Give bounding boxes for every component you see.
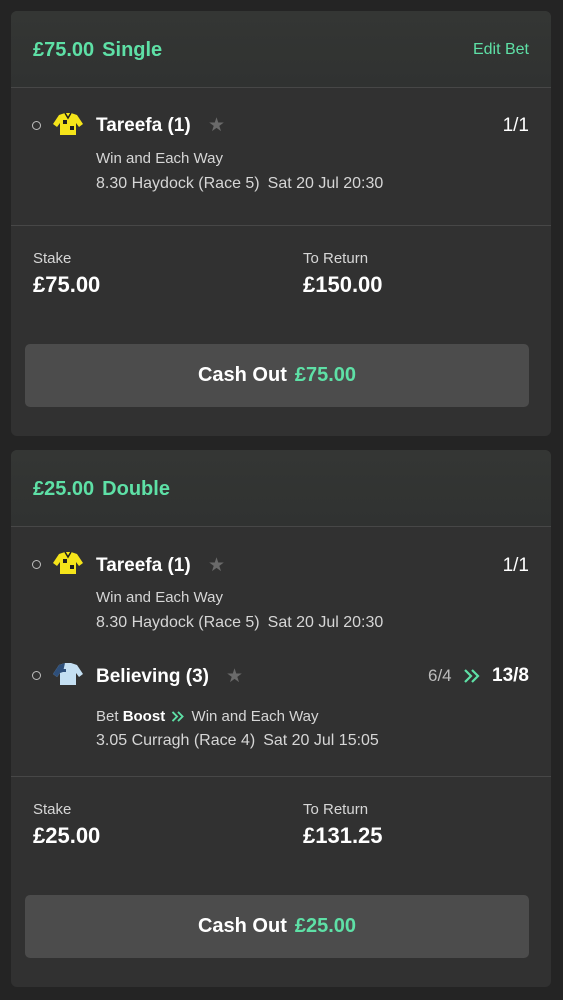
stake-value: £25.00	[33, 823, 101, 848]
market-type: Win and Each Way	[96, 589, 223, 606]
cash-out-label: Cash Out	[197, 364, 287, 386]
bet-type: Double	[102, 478, 170, 500]
selection-odds: 1/1	[502, 115, 529, 136]
race-info: 8.30 Haydock (Race 5) Sat 20 Jul 20:30	[96, 614, 383, 632]
return-label: To Return	[303, 250, 369, 267]
stake-label: Stake	[33, 801, 72, 818]
yellow-silk-icon	[53, 112, 83, 135]
stake-section: Stake £75.00 To Return £150.00 Cash Out £…	[11, 226, 551, 436]
bet-amount: £75.00	[33, 39, 95, 61]
cash-out-button[interactable]: Cash Out £25.00	[25, 895, 529, 958]
cash-out-label: Cash Out	[197, 915, 287, 937]
selection-radio[interactable]	[32, 671, 41, 680]
favourite-star-icon[interactable]: ★	[208, 114, 225, 137]
race-datetime: Sat 20 Jul 20:30	[267, 614, 384, 631]
return-value: £150.00	[303, 272, 383, 297]
favourite-star-icon[interactable]: ★	[226, 665, 243, 688]
horse-name[interactable]: Believing (3)	[96, 666, 209, 688]
selection-list: Tareefa (1) ★ 1/1 Win and Each Way 8.30 …	[11, 527, 551, 777]
yellow-silk-icon	[53, 551, 83, 574]
cash-out-button[interactable]: Cash Out £75.00	[25, 344, 529, 407]
horse-name[interactable]: Tareefa (1)	[96, 115, 191, 137]
market-name: Win and Each Way	[191, 708, 319, 725]
market-type: Win and Each Way	[96, 150, 223, 167]
selection-list: Tareefa (1) ★ 1/1 Win and Each Way 8.30 …	[11, 88, 551, 226]
original-odds: 6/4	[428, 666, 452, 685]
boost-arrows-icon	[464, 669, 480, 683]
race-info: 8.30 Haydock (Race 5) Sat 20 Jul 20:30	[96, 175, 383, 193]
favourite-star-icon[interactable]: ★	[208, 554, 225, 577]
race-name: 8.30 Haydock (Race 5)	[96, 175, 260, 192]
race-info: 3.05 Curragh (Race 4) Sat 20 Jul 15:05	[96, 732, 379, 750]
boost-arrows-icon	[172, 711, 185, 722]
bet-header: £75.00 Single Edit Bet	[11, 11, 551, 88]
race-name: 3.05 Curragh (Race 4)	[96, 732, 256, 749]
selection-odds: 1/1	[502, 555, 529, 576]
bet-title: £75.00 Single	[33, 39, 162, 62]
bet-header: £25.00 Double	[11, 450, 551, 527]
race-name: 8.30 Haydock (Race 5)	[96, 614, 260, 631]
bet-boost-prefix: Bet	[96, 708, 119, 725]
race-datetime: Sat 20 Jul 20:30	[267, 175, 384, 192]
lightblue-silk-icon	[53, 663, 83, 685]
selection-radio[interactable]	[32, 121, 41, 130]
race-datetime: Sat 20 Jul 15:05	[263, 732, 379, 749]
boosted-odds: 13/8	[492, 665, 529, 686]
bet-boost-word: Boost	[122, 708, 166, 725]
bet-card-single: £75.00 Single Edit Bet Tareefa (1) ★ 1/1 …	[11, 11, 551, 436]
return-label: To Return	[303, 801, 369, 818]
stake-value: £75.00	[33, 272, 101, 297]
edit-bet-link[interactable]: Edit Bet	[473, 41, 529, 59]
bet-type: Single	[102, 39, 163, 61]
bet-title: £25.00 Double	[33, 478, 170, 501]
stake-section: Stake £25.00 To Return £131.25 Cash Out £…	[11, 777, 551, 987]
cash-out-amount: £25.00	[294, 915, 357, 937]
market-type: Bet Boost Win and Each Way	[96, 708, 319, 725]
selection-radio[interactable]	[32, 560, 41, 569]
selection-item: Tareefa (1) ★ 1/1 Win and Each Way 8.30 …	[11, 88, 551, 192]
stake-label: Stake	[33, 250, 72, 267]
return-value: £131.25	[303, 823, 383, 848]
bet-card-double: £25.00 Double Tareefa (1) ★ 1/1 Win and E…	[11, 450, 551, 987]
cash-out-amount: £75.00	[294, 364, 357, 386]
selection-item: Believing (3) ★ 6/4 13/8 Bet Boost Win a…	[11, 638, 551, 749]
bet-amount: £25.00	[33, 478, 95, 500]
horse-name[interactable]: Tareefa (1)	[96, 555, 191, 577]
selection-item: Tareefa (1) ★ 1/1 Win and Each Way 8.30 …	[11, 527, 551, 631]
